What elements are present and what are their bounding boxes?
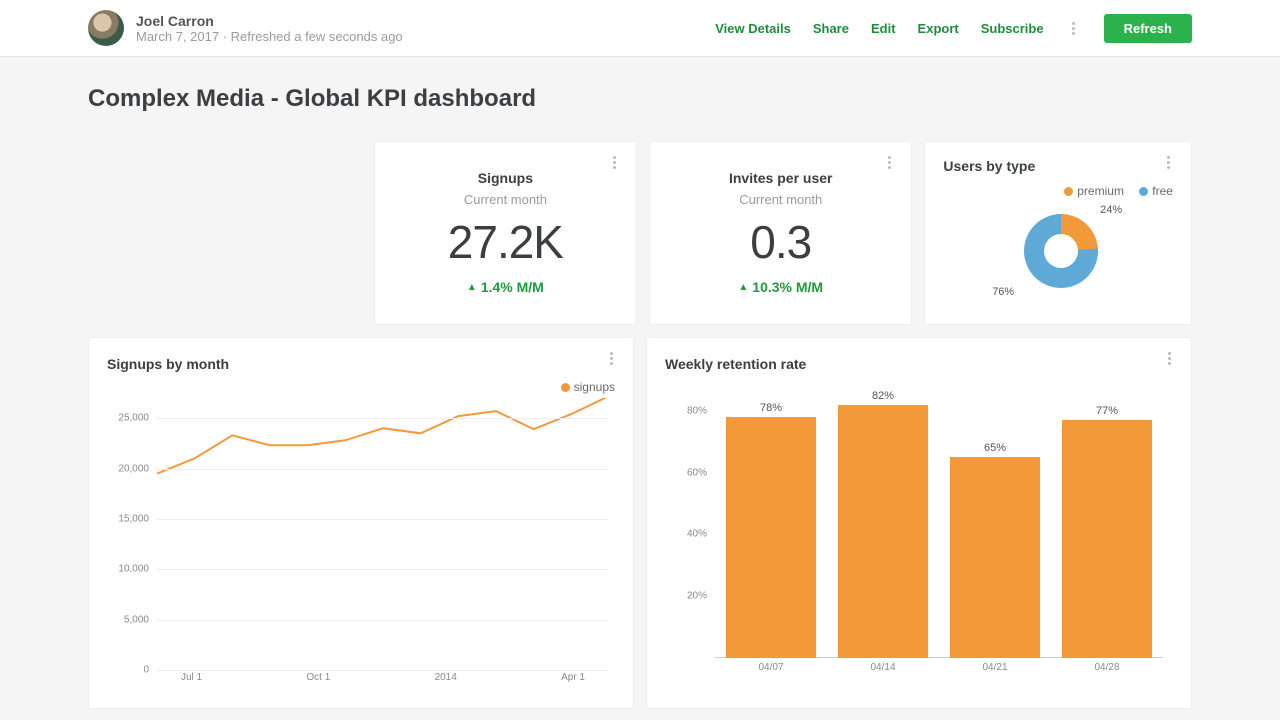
y-tick: 40%	[687, 529, 707, 540]
x-tick: Apr 1	[561, 672, 585, 688]
subscribe-link[interactable]: Subscribe	[981, 21, 1044, 36]
card-users-by-type: Users by type premium free 24% 76%	[924, 141, 1192, 325]
x-tick: 04/14	[870, 662, 895, 680]
x-tick: Jul 1	[181, 672, 202, 688]
card-invites: Invites per user Current month 0.3 10.3%…	[649, 141, 912, 325]
edit-link[interactable]: Edit	[871, 21, 896, 36]
line-series	[157, 398, 609, 670]
bar	[726, 417, 816, 658]
bar	[838, 405, 928, 658]
x-tick: 04/28	[1094, 662, 1119, 680]
legend-signups: signups	[574, 380, 615, 394]
owner-name: Joel Carron	[136, 13, 403, 29]
refresh-button[interactable]: Refresh	[1104, 14, 1192, 43]
owner-block: Joel Carron March 7, 2017 · Refreshed a …	[88, 10, 403, 46]
y-tick: 10,000	[118, 564, 149, 575]
bar-column: 78%	[721, 402, 821, 658]
donut-chart: 24% 76%	[978, 204, 1138, 304]
legend: signups	[107, 380, 615, 394]
top-bar: Joel Carron March 7, 2017 · Refreshed a …	[0, 0, 1280, 57]
kpi-value: 0.3	[660, 215, 901, 269]
card-menu-icon[interactable]	[1161, 352, 1177, 365]
bar-value-label: 82%	[872, 390, 894, 402]
export-link[interactable]: Export	[918, 21, 959, 36]
card-menu-icon[interactable]	[603, 352, 619, 365]
bar	[1062, 420, 1152, 658]
y-tick: 20,000	[118, 463, 149, 474]
card-title: Signups by month	[107, 356, 615, 372]
more-menu-icon[interactable]	[1066, 22, 1082, 35]
kpi-subtitle: Current month	[660, 192, 901, 207]
kpi-subtitle: Current month	[385, 192, 626, 207]
legend-free: free	[1152, 184, 1173, 198]
share-link[interactable]: Share	[813, 21, 849, 36]
x-tick: 04/07	[758, 662, 783, 680]
bar-chart: 20% 40% 60% 80% 78% 82% 65% 77% 04/07 04/14 04/2…	[665, 380, 1173, 680]
bar-value-label: 65%	[984, 442, 1006, 454]
pct-free: 76%	[992, 286, 1014, 298]
card-signups-by-month: Signups by month signups 0 5,000 10,000 15,…	[88, 337, 634, 709]
legend-dot-icon	[561, 383, 570, 392]
y-tick: 15,000	[118, 513, 149, 524]
page-title: Complex Media - Global KPI dashboard	[88, 85, 1192, 113]
y-tick: 80%	[687, 405, 707, 416]
card-weekly-retention: Weekly retention rate 20% 40% 60% 80% 78% 82…	[646, 337, 1192, 709]
kpi-delta: 10.3% M/M	[660, 279, 901, 295]
card-title: Weekly retention rate	[665, 356, 1173, 372]
y-tick: 5,000	[124, 614, 149, 625]
bar-column: 82%	[833, 390, 933, 658]
bar-value-label: 78%	[760, 402, 782, 414]
x-tick: 04/21	[982, 662, 1007, 680]
bar-column: 65%	[945, 442, 1045, 658]
kpi-delta: 1.4% M/M	[385, 279, 626, 295]
y-tick: 20%	[687, 591, 707, 602]
bar-value-label: 77%	[1096, 405, 1118, 417]
kpi-value: 27.2K	[385, 215, 626, 269]
legend-dot-premium	[1064, 187, 1073, 196]
pct-premium: 24%	[1100, 204, 1122, 216]
card-menu-icon[interactable]	[1161, 156, 1177, 169]
header-actions: View Details Share Edit Export Subscribe…	[715, 14, 1192, 43]
x-tick: Oct 1	[306, 672, 330, 688]
legend: premium free	[943, 184, 1173, 198]
owner-meta: March 7, 2017 · Refreshed a few seconds …	[136, 29, 403, 44]
y-tick: 0	[143, 665, 149, 676]
card-menu-icon[interactable]	[606, 156, 622, 169]
avatar[interactable]	[88, 10, 124, 46]
bar-column: 77%	[1057, 405, 1157, 658]
x-tick: 2014	[435, 672, 457, 688]
y-tick: 25,000	[118, 413, 149, 424]
y-tick: 60%	[687, 467, 707, 478]
kpi-title: Invites per user	[660, 170, 901, 186]
donut-icon	[1024, 214, 1098, 288]
kpi-title: Signups	[385, 170, 626, 186]
card-title: Users by type	[943, 158, 1173, 174]
legend-premium: premium	[1077, 184, 1124, 198]
view-details-link[interactable]: View Details	[715, 21, 791, 36]
line-chart: 0 5,000 10,000 15,000 20,000 25,000 Jul 1 Oct …	[107, 398, 615, 688]
bar	[950, 457, 1040, 658]
card-signups: Signups Current month 27.2K 1.4% M/M	[374, 141, 637, 325]
card-menu-icon[interactable]	[881, 156, 897, 169]
legend-dot-free	[1139, 187, 1148, 196]
